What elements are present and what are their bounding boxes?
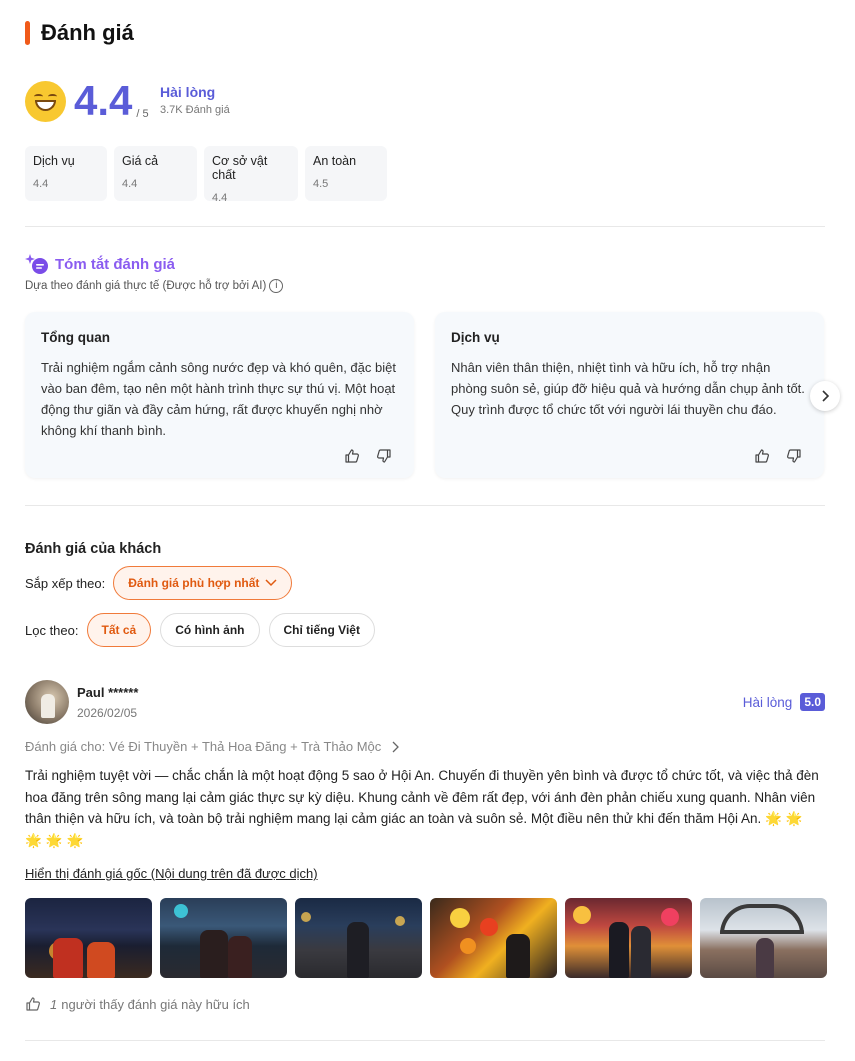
category-scores: Dịch vụ 4.4 Giá cả 4.4 Cơ sở vật chất 4.…: [25, 146, 387, 204]
score-meta: Hài lòng 3.7K Đánh giá: [160, 84, 230, 116]
overall-score: 4.4 / 5: [25, 80, 149, 122]
happy-face-icon: [25, 81, 66, 122]
chevron-down-icon: [265, 579, 277, 587]
category-value: 4.5: [313, 178, 329, 190]
filter-label: Lọc theo:: [25, 622, 79, 638]
thumbs-up-icon[interactable]: [344, 448, 360, 464]
card-title: Dịch vụ: [451, 330, 500, 345]
score-value: 4.4: [74, 77, 133, 124]
review-photo[interactable]: [430, 898, 557, 978]
score-out-of: / 5: [136, 108, 149, 120]
filter-all[interactable]: Tất cả: [86, 613, 152, 647]
thumbs-down-icon[interactable]: [376, 448, 392, 464]
card-feedback: [344, 448, 392, 464]
review-photo[interactable]: [25, 898, 152, 978]
filter-row: Lọc theo: Tất cả Có hình ảnh Chỉ tiếng V…: [25, 613, 384, 647]
filter-with-photos[interactable]: Có hình ảnh: [160, 613, 260, 647]
ai-sparkle-icon: [25, 253, 49, 275]
review-photo[interactable]: [160, 898, 287, 978]
review-text: Trải nghiệm tuyệt vời — chắc chắn là một…: [25, 765, 825, 851]
review-score-label: Hài lòng: [742, 694, 793, 710]
sort-dropdown[interactable]: Đánh giá phù hợp nhất: [113, 566, 293, 600]
review-photo[interactable]: [565, 898, 692, 978]
category-name: Cơ sở vật chất: [212, 154, 268, 182]
category-name: Giá cả: [122, 154, 159, 168]
review-body: Trải nghiệm tuyệt vời — chắc chắn là một…: [25, 768, 819, 826]
show-original-link[interactable]: Hiển thị đánh giá gốc (Nội dung trên đã …: [25, 866, 318, 881]
category-name: An toàn: [313, 154, 357, 168]
sort-label: Sắp xếp theo:: [25, 575, 106, 591]
review-photo[interactable]: [700, 898, 827, 978]
sort-value: Đánh giá phù hợp nhất: [128, 576, 260, 590]
card-text: Nhân viên thân thiện, nhiệt tình và hữu …: [451, 360, 805, 417]
card-text: Trải nghiệm ngắm cảnh sông nước đẹp và k…: [41, 360, 396, 438]
divider: [25, 505, 825, 506]
category-value: 4.4: [212, 192, 228, 204]
ai-summary-header: Tóm tắt đánh giá: [25, 253, 175, 275]
category-price: Giá cả 4.4: [114, 146, 197, 201]
ai-summary-title: Tóm tắt đánh giá: [55, 255, 175, 273]
review-product-text: Đánh giá cho: Vé Đi Thuyền + Thả Hoa Đăn…: [25, 739, 382, 754]
thumbs-down-icon[interactable]: [786, 448, 802, 464]
guest-reviews-title: Đánh giá của khách: [25, 541, 162, 557]
reviewer-name: Paul ******: [77, 685, 139, 700]
section-header: Đánh giá: [25, 20, 134, 46]
accent-bar: [25, 21, 30, 45]
category-facilities: Cơ sở vật chất 4.4: [204, 146, 298, 204]
section-title: Đánh giá: [41, 20, 134, 45]
category-value: 4.4: [122, 178, 138, 190]
info-icon[interactable]: i: [269, 279, 284, 293]
summary-card-overview: Tổng quan Trải nghiệm ngắm cảnh sông nướ…: [25, 312, 414, 478]
category-value: 4.4: [33, 178, 49, 190]
carousel-next-button[interactable]: [810, 381, 840, 411]
review-photos: [25, 898, 827, 978]
divider: [25, 226, 825, 227]
helpful-row[interactable]: 1 người thấy đánh giá này hữu ích: [25, 996, 250, 1012]
card-feedback: [754, 448, 802, 464]
ai-summary-subtitle-text: Dựa theo đánh giá thực tế (Được hỗ trợ b…: [25, 280, 267, 292]
avatar: [25, 680, 69, 724]
chevron-right-icon: [822, 390, 830, 402]
category-safety: An toàn 4.5: [305, 146, 387, 201]
review-product-link[interactable]: Đánh giá cho: Vé Đi Thuyền + Thả Hoa Đăn…: [25, 739, 400, 754]
filter-vietnamese-only[interactable]: Chỉ tiếng Việt: [268, 613, 375, 647]
category-name: Dịch vụ: [33, 154, 75, 168]
sort-row: Sắp xếp theo: Đánh giá phù hợp nhất: [25, 566, 293, 600]
review-score-badge: 5.0: [800, 693, 825, 711]
card-title: Tổng quan: [41, 330, 110, 345]
review-count: 3.7K Đánh giá: [160, 104, 230, 116]
chevron-right-icon: [392, 741, 400, 752]
divider: [25, 1040, 825, 1041]
helpful-text: người thấy đánh giá này hữu ích: [61, 996, 250, 1012]
thumbs-up-icon[interactable]: [754, 448, 770, 464]
thumbs-up-icon[interactable]: [25, 996, 41, 1012]
score-label: Hài lòng: [160, 84, 216, 100]
summary-card-service: Dịch vụ Nhân viên thân thiện, nhiệt tình…: [435, 312, 824, 478]
ai-summary-subtitle: Dựa theo đánh giá thực tế (Được hỗ trợ b…: [25, 279, 284, 293]
review-photo[interactable]: [295, 898, 422, 978]
review-date: 2026/02/05: [77, 706, 138, 720]
helpful-count: 1: [50, 996, 58, 1012]
category-service: Dịch vụ 4.4: [25, 146, 107, 201]
review-score: Hài lòng 5.0: [743, 693, 825, 711]
